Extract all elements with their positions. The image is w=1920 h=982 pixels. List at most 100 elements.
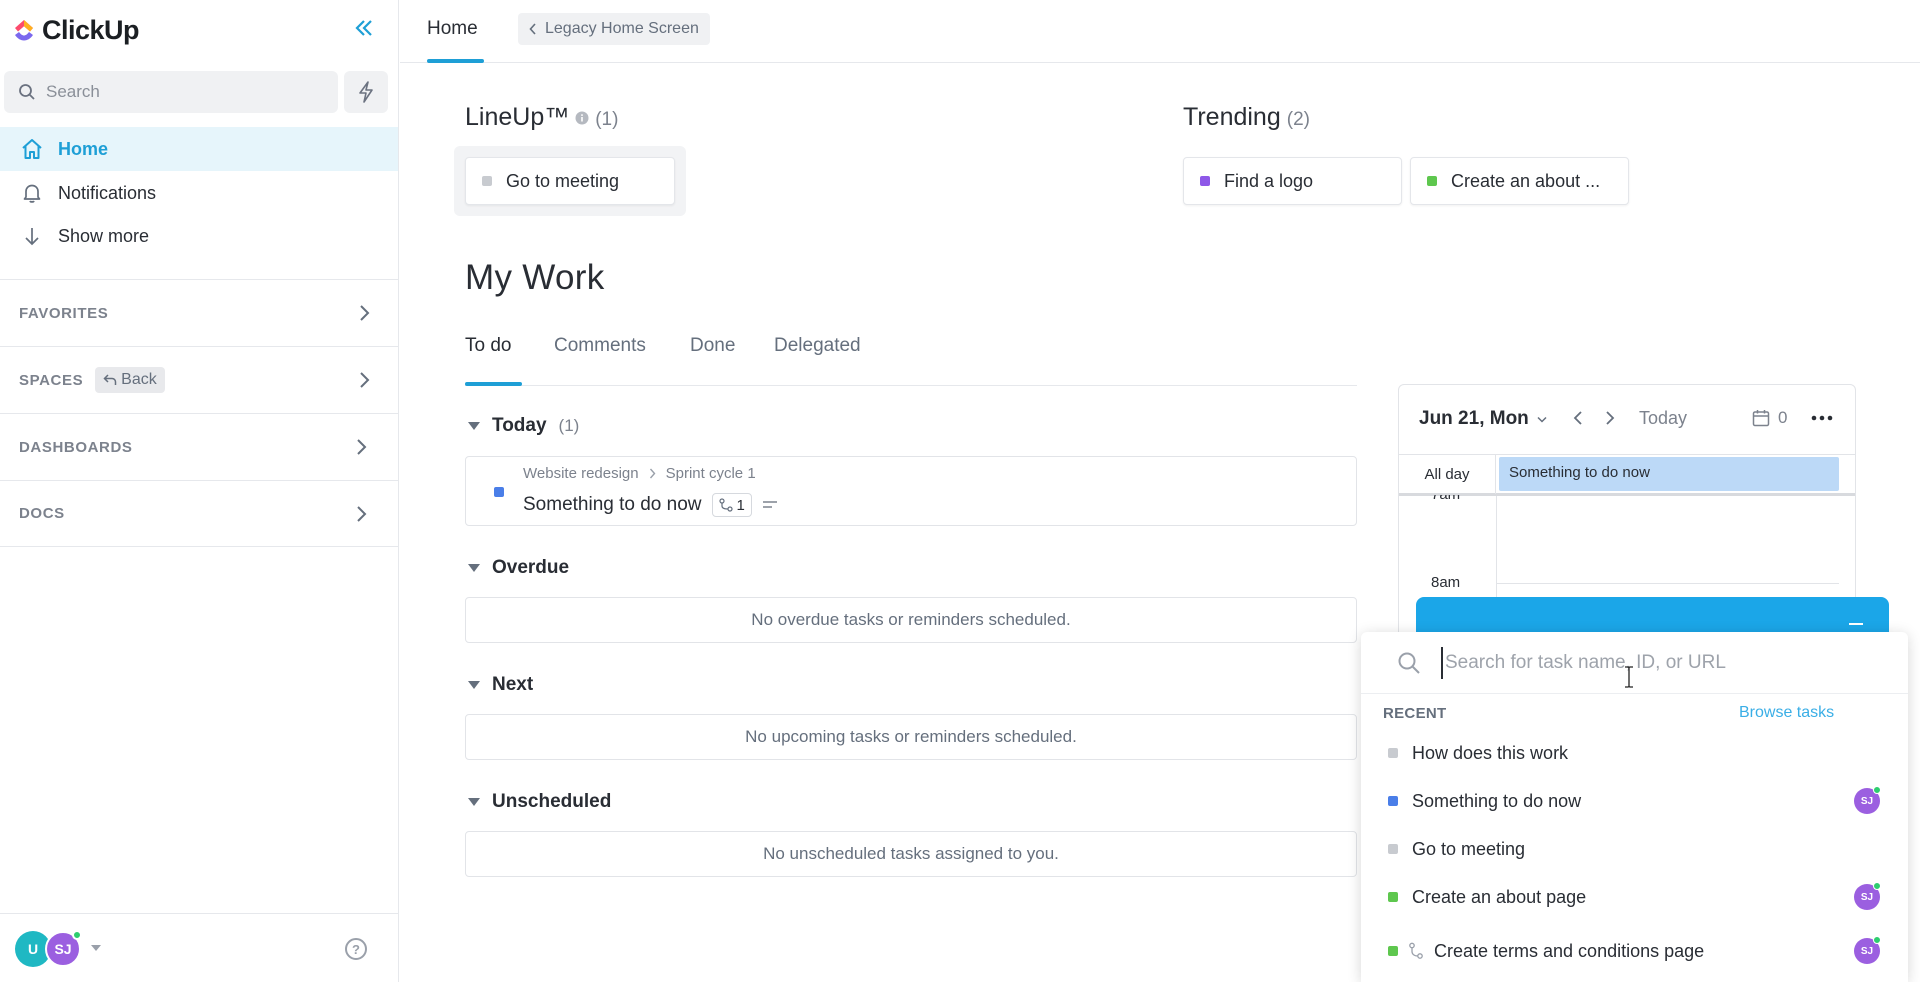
recent-task-item[interactable]: How does this work <box>1361 733 1908 773</box>
lightning-icon <box>359 81 373 103</box>
group-today-header[interactable]: Today (1) <box>468 415 579 437</box>
chevron-right-icon <box>649 468 656 479</box>
logo-text: ClickUp <box>42 14 140 45</box>
sidebar-search[interactable]: Search <box>4 71 338 113</box>
breadcrumb-sprint[interactable]: Sprint cycle 1 <box>666 465 756 482</box>
group-unscheduled-header[interactable]: Unscheduled <box>468 791 611 813</box>
chevron-right-icon <box>357 439 367 455</box>
trending-task-card[interactable]: Create an about ... <box>1410 157 1629 205</box>
minimize-icon[interactable] <box>1849 623 1863 625</box>
spaces-back-button[interactable]: Back <box>95 367 165 393</box>
status-square <box>1388 748 1398 758</box>
sidebar: ClickUp Search Home Notifications Show m… <box>0 0 399 982</box>
calendar-count-value: 0 <box>1778 408 1788 427</box>
section-label: DOCS <box>19 505 65 522</box>
subtask-count: 1 <box>736 496 745 514</box>
trending-count: (2) <box>1286 109 1310 130</box>
my-work-title: My Work <box>465 258 605 297</box>
task-name: Create an about ... <box>1451 170 1601 191</box>
tab-to-do[interactable]: To do <box>465 335 511 357</box>
chevron-left-icon <box>529 23 536 35</box>
search-icon <box>19 84 35 100</box>
task-name[interactable]: Something to do now <box>523 494 702 516</box>
quick-actions-button[interactable] <box>344 71 388 113</box>
hour-gridline <box>1497 583 1839 584</box>
info-icon[interactable] <box>575 111 589 125</box>
sidebar-section-spaces[interactable]: SPACES Back <box>0 346 398 413</box>
recent-task-item[interactable]: Create an about page SJ <box>1361 877 1908 917</box>
collapse-sidebar-button[interactable] <box>350 14 378 42</box>
popup-search-bar <box>1361 632 1908 694</box>
task-search-input[interactable] <box>1441 647 1881 679</box>
caret-down-icon <box>468 564 480 572</box>
lineup-heading: LineUp™ (1) <box>465 103 618 132</box>
status-square <box>482 176 492 186</box>
help-button[interactable]: ? <box>345 938 367 960</box>
task-name: Go to meeting <box>1412 838 1526 859</box>
caret-down-icon <box>468 798 480 806</box>
sidebar-item-label: Show more <box>58 225 150 246</box>
task-name: Go to meeting <box>506 170 620 191</box>
sidebar-item-label: Notifications <box>58 182 157 203</box>
calendar-date-picker[interactable]: Jun 21, Mon <box>1419 408 1547 430</box>
section-label: DASHBOARDS <box>19 438 133 456</box>
lineup-task-card[interactable]: Go to meeting <box>465 157 675 205</box>
chevron-down-icon <box>1537 416 1547 423</box>
sidebar-section-docs[interactable]: DOCS <box>0 480 398 547</box>
chevron-left-icon[interactable] <box>1571 409 1585 427</box>
clickup-logo[interactable]: ClickUp <box>12 14 140 46</box>
tab-done[interactable]: Done <box>690 335 735 357</box>
task-row[interactable]: Website redesign Sprint cycle 1 Somethin… <box>465 456 1357 526</box>
time-label-8am: 8am <box>1431 574 1461 591</box>
active-tab-indicator <box>427 59 484 63</box>
lineup-count: (1) <box>595 109 619 130</box>
chevron-right-icon <box>360 372 370 388</box>
text-cursor-icon <box>1625 666 1633 688</box>
sidebar-item-notifications[interactable]: Notifications <box>0 171 398 215</box>
calendar-date: Jun 21, Mon <box>1419 408 1529 429</box>
subtasks-chip[interactable]: 1 <box>711 493 752 517</box>
sidebar-footer: U SJ ? <box>0 913 398 982</box>
next-empty-state: No upcoming tasks or reminders scheduled… <box>465 714 1357 760</box>
group-next-header[interactable]: Next <box>468 674 533 696</box>
legacy-home-screen-button[interactable]: Legacy Home Screen <box>518 13 710 45</box>
home-icon <box>22 139 42 159</box>
status-square <box>1427 176 1437 186</box>
caret-down-icon[interactable] <box>91 945 101 951</box>
tab-comments[interactable]: Comments <box>554 335 646 357</box>
task-name: Create terms and conditions page <box>1434 940 1705 961</box>
group-overdue-header[interactable]: Overdue <box>468 557 569 579</box>
bell-icon <box>23 184 41 203</box>
tab-home[interactable]: Home <box>427 18 478 40</box>
calendar-task-count[interactable]: 0 <box>1752 408 1787 428</box>
browse-tasks-link[interactable]: Browse tasks <box>1739 704 1834 722</box>
recent-task-item[interactable]: Create terms and conditions page SJ <box>1361 931 1908 971</box>
recent-task-item[interactable]: Go to meeting <box>1361 829 1908 869</box>
calendar-today-button[interactable]: Today <box>1639 408 1687 429</box>
tab-delegated[interactable]: Delegated <box>774 335 861 357</box>
section-label: FAVORITES <box>19 304 109 322</box>
calendar-icon <box>1752 410 1770 427</box>
status-square <box>494 487 504 497</box>
online-status-dot <box>72 930 82 940</box>
sidebar-section-dashboards[interactable]: DASHBOARDS <box>0 413 398 480</box>
all-day-event[interactable]: Something to do now <box>1499 457 1839 491</box>
breadcrumb-list[interactable]: Website redesign <box>523 465 639 482</box>
more-options-icon[interactable] <box>1811 409 1833 427</box>
trending-task-card[interactable]: Find a logo <box>1183 157 1402 205</box>
task-title-line: Something to do now 1 <box>523 493 778 517</box>
sidebar-section-favorites[interactable]: FAVORITES <box>0 279 398 346</box>
chevron-right-icon <box>360 305 370 321</box>
status-square <box>1388 796 1398 806</box>
sidebar-item-label: Home <box>58 138 109 159</box>
sidebar-item-show-more[interactable]: Show more <box>0 214 398 258</box>
sidebar-search-placeholder: Search <box>46 82 100 101</box>
time-label-7am: 7am <box>1431 495 1460 503</box>
lineup-title: LineUp™ <box>465 103 570 131</box>
task-search-popup: RECENT Browse tasks How does this work S… <box>1361 632 1908 982</box>
sidebar-item-home[interactable]: Home <box>0 127 398 171</box>
recent-task-item[interactable]: Something to do now SJ <box>1361 781 1908 821</box>
chevron-right-icon[interactable] <box>1603 409 1617 427</box>
top-bar: Home Legacy Home Screen <box>400 0 1920 63</box>
group-label: Overdue <box>492 557 570 578</box>
